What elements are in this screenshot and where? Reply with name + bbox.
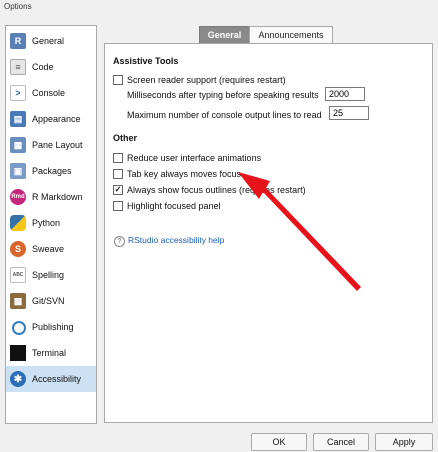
sidebar-item-label: Terminal	[32, 348, 67, 358]
screen-reader-checkbox[interactable]	[113, 74, 123, 85]
other-heading: Other	[113, 133, 138, 143]
tab-moves-focus-option[interactable]: Tab key always moves focus	[113, 168, 242, 180]
max-lines-input[interactable]	[329, 106, 369, 120]
sidebar-item-r-markdown[interactable]: Rmd R Markdown	[6, 184, 96, 210]
tab-moves-focus-checkbox[interactable]	[113, 168, 123, 179]
reduce-animations-checkbox[interactable]	[113, 152, 123, 163]
code-icon: ≡	[10, 59, 26, 75]
highlight-panel-label: Highlight focused panel	[127, 201, 221, 211]
window-titlebar: Options	[0, 0, 438, 14]
terminal-icon	[10, 345, 26, 361]
sidebar-item-label: Console	[32, 88, 66, 98]
sweave-icon: S	[10, 241, 26, 257]
sidebar-item-console[interactable]: > Console	[6, 80, 96, 106]
sidebar-item-pane-layout[interactable]: ▦ Pane Layout	[6, 132, 96, 158]
assistive-tools-heading: Assistive Tools	[113, 56, 179, 66]
accessibility-settings-panel: Assistive Tools Screen reader support (r…	[104, 43, 433, 423]
sidebar-item-label: Git/SVN	[32, 296, 65, 306]
sidebar-item-label: Appearance	[32, 114, 81, 124]
sidebar-item-label: Code	[32, 62, 54, 72]
accessibility-help-link[interactable]: ? RStudio accessibility help	[114, 235, 224, 247]
tab-moves-focus-label: Tab key always moves focus	[127, 169, 242, 179]
sidebar-item-label: Packages	[32, 166, 72, 176]
screen-reader-label: Screen reader support (requires restart)	[127, 75, 286, 85]
max-lines-label: Maximum number of console output lines t…	[127, 110, 322, 120]
sidebar-item-spelling[interactable]: ABC Spelling	[6, 262, 96, 288]
sidebar-item-accessibility[interactable]: ✱ Accessibility	[6, 366, 96, 392]
python-icon	[10, 215, 26, 231]
sidebar-item-git-svn[interactable]: ▩ Git/SVN	[6, 288, 96, 314]
cancel-button[interactable]: Cancel	[313, 433, 369, 451]
r-logo-icon: R	[10, 33, 26, 49]
sidebar-item-label: Pane Layout	[32, 140, 83, 150]
apply-button[interactable]: Apply	[375, 433, 433, 451]
sidebar-item-sweave[interactable]: S Sweave	[6, 236, 96, 262]
sidebar-item-label: R Markdown	[32, 192, 83, 202]
focus-outlines-checkbox[interactable]: ✓	[113, 184, 123, 195]
sidebar-item-label: Spelling	[32, 270, 65, 280]
appearance-icon: ▤	[10, 111, 26, 127]
sidebar-item-terminal[interactable]: Terminal	[6, 340, 96, 366]
help-link-text[interactable]: RStudio accessibility help	[128, 235, 224, 245]
sidebar-item-label: General	[32, 36, 65, 46]
sidebar-item-label: Publishing	[32, 322, 74, 332]
highlight-panel-option[interactable]: Highlight focused panel	[113, 200, 221, 212]
reduce-animations-label: Reduce user interface animations	[127, 153, 262, 163]
git-icon: ▩	[10, 293, 26, 309]
sidebar-item-code[interactable]: ≡ Code	[6, 54, 96, 80]
help-question-icon: ?	[114, 236, 125, 247]
reduce-animations-option[interactable]: Reduce user interface animations	[113, 152, 262, 164]
window-title: Options	[4, 2, 32, 11]
packages-icon: ▣	[10, 163, 26, 179]
options-sidebar: R General ≡ Code > Console ▤ Appearance …	[5, 25, 97, 424]
ok-button[interactable]: OK	[251, 433, 307, 451]
accessibility-icon: ✱	[10, 371, 26, 387]
spelling-icon: ABC	[10, 267, 26, 283]
publishing-icon	[12, 321, 26, 335]
focus-outlines-option[interactable]: ✓ Always show focus outlines (requires re…	[113, 184, 306, 196]
sidebar-item-label: Sweave	[32, 244, 65, 254]
sidebar-item-publishing[interactable]: Publishing	[6, 314, 96, 340]
sidebar-item-appearance[interactable]: ▤ Appearance	[6, 106, 96, 132]
sidebar-item-general[interactable]: R General	[6, 28, 96, 54]
sidebar-item-label: Python	[32, 218, 61, 228]
ms-label: Milliseconds after typing before speakin…	[127, 90, 319, 100]
ms-input[interactable]	[325, 87, 365, 101]
screen-reader-option[interactable]: Screen reader support (requires restart)	[113, 74, 286, 86]
highlight-panel-checkbox[interactable]	[113, 200, 123, 211]
sidebar-item-python[interactable]: Python	[6, 210, 96, 236]
rmarkdown-icon: Rmd	[10, 189, 26, 205]
focus-outlines-label: Always show focus outlines (requires res…	[127, 185, 306, 195]
sidebar-item-packages[interactable]: ▣ Packages	[6, 158, 96, 184]
console-icon: >	[10, 85, 26, 101]
pane-layout-icon: ▦	[10, 137, 26, 153]
sidebar-item-label: Accessibility	[32, 374, 82, 384]
